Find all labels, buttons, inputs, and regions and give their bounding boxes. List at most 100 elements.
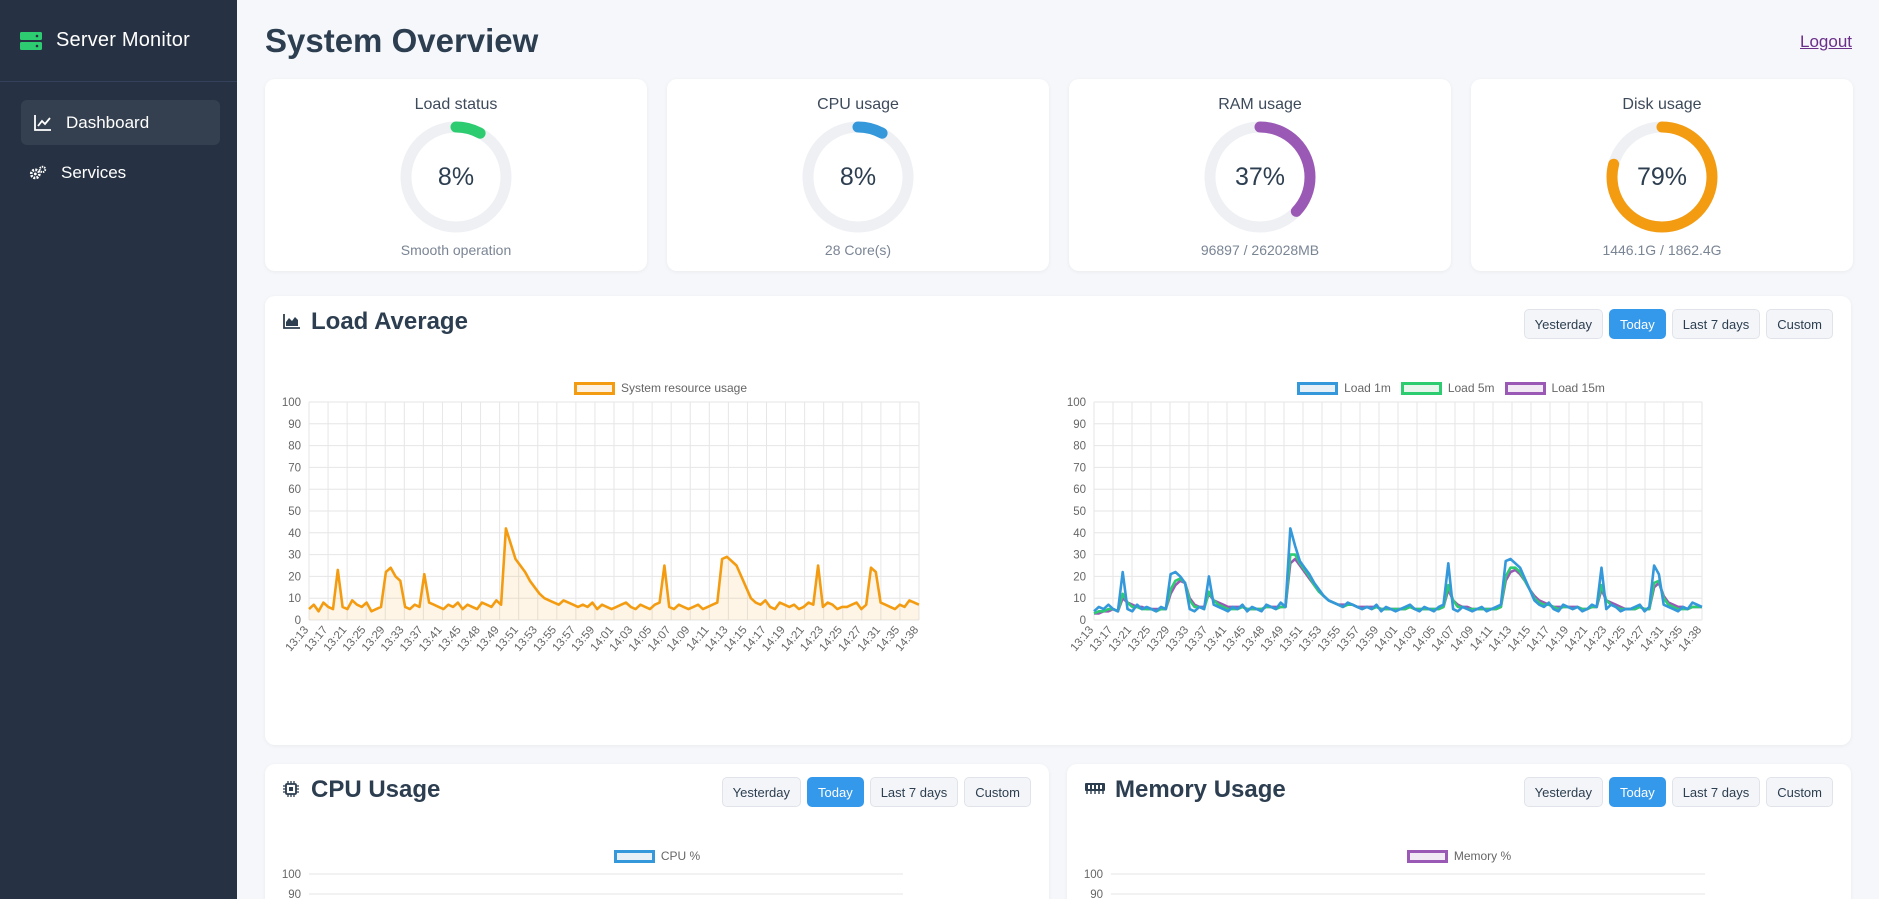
range-last-7-days-button[interactable]: Last 7 days	[1671, 309, 1761, 339]
y-tick-label: 30	[288, 550, 301, 562]
brand: Server Monitor	[0, 0, 237, 82]
page-title: System Overview	[265, 22, 539, 59]
legend-swatch	[1504, 381, 1546, 395]
legend-item[interactable]: System resource usage	[573, 381, 748, 395]
range-today-button[interactable]: Today	[1609, 309, 1666, 339]
stat-card-disk: Disk usage 79% 1446.1G / 1862.4G	[1471, 79, 1853, 271]
legend-item[interactable]: Memory %	[1406, 849, 1512, 863]
disk-gauge: 79%	[1605, 120, 1719, 234]
sidebar-nav: Dashboard Services	[0, 82, 237, 195]
sidebar-item-dashboard[interactable]: Dashboard	[21, 100, 220, 145]
stat-title: CPU usage	[817, 96, 899, 113]
gauge-value: 79%	[1636, 162, 1688, 191]
cogs-icon	[29, 164, 47, 182]
load-range-selector: Yesterday Today Last 7 days Custom	[1523, 309, 1833, 339]
y-tick-label: 100	[282, 869, 301, 881]
chart-legend: CPU %	[265, 849, 1049, 863]
section-title: Memory Usage	[1115, 776, 1286, 803]
stat-title: Disk usage	[1622, 96, 1702, 113]
range-today-button[interactable]: Today	[1609, 777, 1666, 807]
stat-subtitle: 96897 / 262028MB	[1200, 242, 1320, 258]
range-yesterday-button[interactable]: Yesterday	[1523, 309, 1603, 339]
chart-legend: Memory %	[1067, 849, 1851, 863]
legend-item[interactable]: CPU %	[613, 849, 701, 863]
y-tick-label: 90	[1073, 419, 1086, 431]
legend-label: Load 1m	[1344, 381, 1391, 395]
range-yesterday-button[interactable]: Yesterday	[721, 777, 801, 807]
memory-range-selector: Yesterday Today Last 7 days Custom	[1523, 777, 1833, 807]
microchip-icon	[283, 781, 301, 799]
y-tick-label: 70	[288, 462, 301, 474]
system-usage-chart: 010203040506070809010013:1313:1713:2113:…	[282, 397, 921, 654]
load-chart: 010203040506070809010013:1313:1713:2113:…	[1067, 397, 1704, 654]
legend-swatch	[613, 849, 655, 863]
y-tick-label: 100	[1084, 869, 1103, 881]
y-tick-label: 20	[288, 571, 301, 583]
memory-icon	[1085, 781, 1105, 799]
y-tick-label: 80	[1073, 441, 1086, 453]
legend-item[interactable]: Load 1m	[1297, 381, 1391, 395]
range-last-7-days-button[interactable]: Last 7 days	[869, 777, 959, 807]
legend-label: Load 15m	[1551, 381, 1605, 395]
y-tick-label: 50	[288, 506, 301, 518]
chart-legend: System resource usage	[265, 381, 1056, 395]
logout-link[interactable]: Logout	[1800, 32, 1852, 52]
stat-subtitle: 28 Core(s)	[824, 242, 892, 258]
cpu-usage-card: CPU Usage Yesterday Today Last 7 days Cu…	[265, 764, 1049, 899]
ram-gauge: 37%	[1203, 120, 1317, 234]
legend-label: System resource usage	[620, 381, 748, 395]
stat-card-ram: RAM usage 37% 96897 / 262028MB	[1069, 79, 1451, 271]
chart-legend: Load 1m Load 5m Load 15m	[1056, 381, 1846, 395]
legend-label: CPU %	[660, 849, 701, 863]
sidebar-item-services[interactable]: Services	[21, 150, 220, 195]
cpu-range-selector: Yesterday Today Last 7 days Custom	[721, 777, 1031, 807]
y-tick-label: 90	[288, 889, 301, 899]
range-custom-button[interactable]: Custom	[964, 777, 1031, 807]
y-tick-label: 40	[1073, 528, 1086, 540]
y-tick-label: 10	[288, 593, 301, 605]
y-tick-label: 90	[1090, 889, 1103, 899]
section-title: Load Average	[311, 308, 468, 335]
range-last-7-days-button[interactable]: Last 7 days	[1671, 777, 1761, 807]
legend-label: Memory %	[1453, 849, 1512, 863]
stat-card-cpu: CPU usage 8% 28 Core(s)	[667, 79, 1049, 271]
range-yesterday-button[interactable]: Yesterday	[1523, 777, 1603, 807]
y-tick-label: 30	[1073, 550, 1086, 562]
server-icon	[20, 30, 42, 52]
cpu-chart: 100 90	[282, 869, 903, 899]
y-tick-label: 80	[288, 441, 301, 453]
stat-title: Load status	[414, 96, 498, 113]
y-tick-label: 40	[288, 528, 301, 540]
legend-swatch	[1406, 849, 1448, 863]
section-header: Load Average	[283, 308, 468, 336]
stat-subtitle: Smooth operation	[400, 242, 512, 258]
legend-label: Load 5m	[1447, 381, 1495, 395]
section-header: CPU Usage	[283, 776, 440, 804]
range-custom-button[interactable]: Custom	[1766, 309, 1833, 339]
y-tick-label: 100	[282, 397, 301, 409]
legend-item[interactable]: Load 15m	[1504, 381, 1605, 395]
main-content: System Overview Logout Load status 8% Sm…	[237, 0, 1879, 899]
memory-usage-card: Memory Usage Yesterday Today Last 7 days…	[1067, 764, 1851, 899]
legend-swatch	[1297, 381, 1339, 395]
memory-chart: 100 90	[1084, 869, 1705, 899]
range-today-button[interactable]: Today	[807, 777, 864, 807]
load-average-card: Load Average Yesterday Today Last 7 days…	[265, 296, 1851, 745]
app-title: Server Monitor	[56, 29, 190, 51]
gauge-value: 8%	[839, 162, 877, 191]
area-chart-icon	[283, 313, 301, 331]
section-title: CPU Usage	[311, 776, 441, 803]
load-gauge: 8%	[399, 120, 513, 234]
range-custom-button[interactable]: Custom	[1766, 777, 1833, 807]
legend-swatch	[1400, 381, 1442, 395]
y-tick-label: 70	[1073, 462, 1086, 474]
legend-item[interactable]: Load 5m	[1400, 381, 1495, 395]
y-tick-label: 20	[1073, 571, 1086, 583]
y-tick-label: 50	[1073, 506, 1086, 518]
legend-swatch	[573, 381, 615, 395]
cpu-gauge: 8%	[801, 120, 915, 234]
sidebar-item-label: Dashboard	[66, 112, 150, 132]
y-tick-label: 10	[1073, 593, 1086, 605]
y-tick-label: 90	[288, 419, 301, 431]
stat-title: RAM usage	[1218, 96, 1302, 113]
